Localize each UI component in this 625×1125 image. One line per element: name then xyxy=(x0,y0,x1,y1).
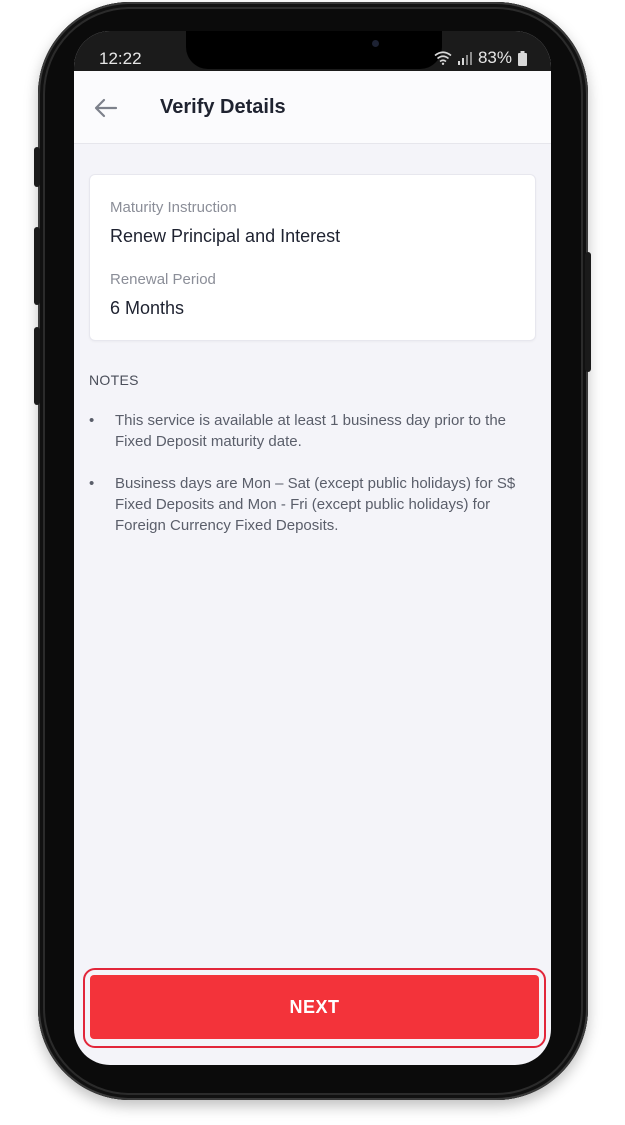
note-text: Business days are Mon – Sat (except publ… xyxy=(115,475,516,534)
note-bullet: • xyxy=(89,475,95,492)
battery-percentage: 83% xyxy=(477,48,512,67)
battery-icon xyxy=(518,50,527,66)
status-time: 12:22 xyxy=(99,49,142,68)
status-bar: 12:22 83% xyxy=(74,31,551,71)
renewal-period-label: Renewal Period xyxy=(110,271,216,288)
camera-notch xyxy=(186,31,442,69)
note-text: This service is available at least 1 bus… xyxy=(115,412,507,450)
details-card: Maturity Instruction Renew Principal and… xyxy=(89,174,536,341)
app-header: Verify Details xyxy=(74,71,551,144)
wifi-icon xyxy=(434,51,452,65)
camera-icon xyxy=(372,40,379,47)
phone-power-button xyxy=(585,252,591,372)
phone-volume-up-button xyxy=(34,227,40,305)
next-button[interactable]: NEXT xyxy=(90,975,539,1039)
renewal-period-value: 6 Months xyxy=(110,298,185,318)
phone-side-button xyxy=(34,147,40,187)
app-screen: 12:22 83% Verify Details Maturity Instru… xyxy=(74,31,551,1065)
phone-volume-down-button xyxy=(34,327,40,405)
maturity-instruction-value: Renew Principal and Interest xyxy=(110,226,341,246)
signal-icon xyxy=(457,52,472,65)
maturity-instruction-label: Maturity Instruction xyxy=(110,199,237,216)
back-arrow-icon[interactable] xyxy=(93,95,119,121)
status-indicators: 83% xyxy=(434,48,527,68)
note-bullet: • xyxy=(89,412,95,429)
page-title: Verify Details xyxy=(160,96,286,118)
notes-heading: NOTES xyxy=(89,372,139,388)
next-button-highlight: NEXT xyxy=(83,968,546,1048)
